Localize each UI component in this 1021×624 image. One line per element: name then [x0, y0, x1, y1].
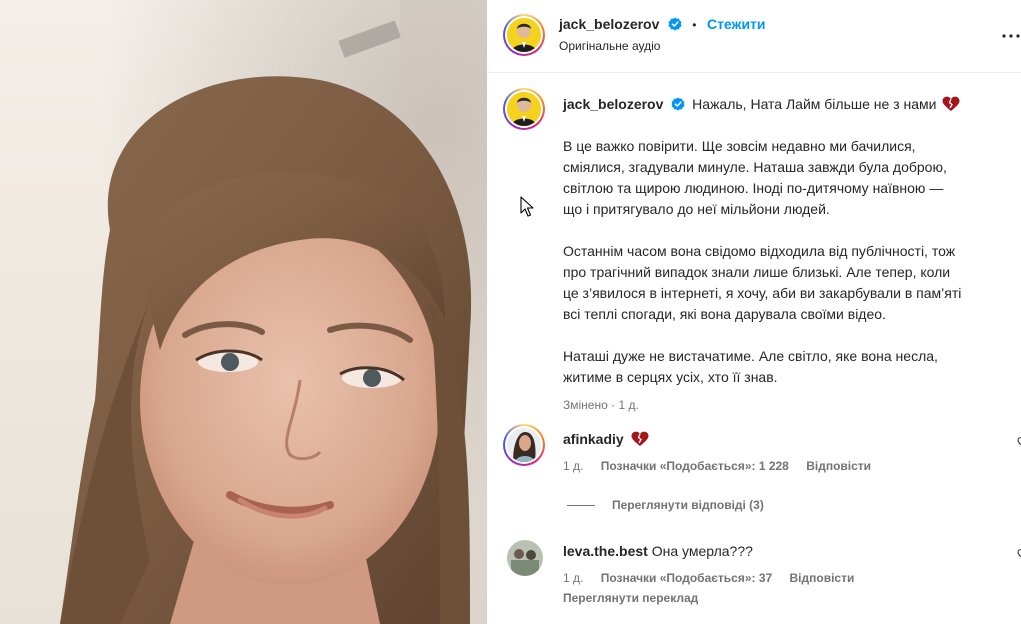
- portrait-photo: [60, 0, 487, 624]
- replies-divider: [567, 505, 595, 506]
- caption-line: сміялися, згадували минуле. Наташа завжд…: [563, 159, 947, 175]
- comment-timestamp[interactable]: 1 д.: [563, 459, 583, 473]
- comment-text: Она умерла???: [651, 543, 753, 559]
- post-header: jack_belozerov • Стежити Оригінальне ауд…: [487, 0, 1021, 73]
- caption-line: В це важко повірити. Ще зовсім недавно м…: [563, 138, 916, 154]
- commenter-avatar-image: [507, 428, 541, 462]
- author-avatar[interactable]: [503, 14, 545, 56]
- post-details-panel: jack_belozerov • Стежити Оригінальне ауд…: [487, 0, 1021, 624]
- caption-line: світлою та щирою людиною. Іноді по-дитяч…: [563, 180, 944, 196]
- reply-button[interactable]: Відповісти: [790, 571, 855, 585]
- broken-heart-icon: [942, 96, 960, 111]
- follow-button[interactable]: Стежити: [707, 16, 766, 32]
- caption-timestamp[interactable]: 1 д.: [618, 398, 638, 412]
- caption-avatar-image: [507, 92, 541, 126]
- caption-username[interactable]: jack_belozerov: [563, 96, 663, 112]
- comment-2-meta: 1 д. Позначки «Подобається»: 37 Відповіс…: [563, 571, 854, 585]
- caption-headline: Нажаль, Ната Лайм більше не з нами: [692, 96, 937, 112]
- comment-username[interactable]: afinkadiy: [563, 431, 624, 447]
- broken-heart-icon: [631, 431, 649, 446]
- comment-likes[interactable]: Позначки «Подобається»: 1 228: [601, 459, 789, 473]
- caption-line: Останнім часом вона свідомо відходила ві…: [563, 243, 956, 259]
- like-heart-icon[interactable]: [1017, 548, 1021, 560]
- comment-timestamp[interactable]: 1 д.: [563, 571, 583, 585]
- edited-label: Змінено: [563, 398, 608, 412]
- comment-username[interactable]: leva.the.best: [563, 543, 648, 559]
- like-heart-icon[interactable]: [1017, 436, 1021, 448]
- caption-paragraph-2: Останнім часом вона свідомо відходила ві…: [563, 241, 1013, 325]
- separator-dot: •: [692, 18, 697, 32]
- mouse-cursor-icon: [520, 196, 534, 217]
- verified-badge-icon: [668, 17, 682, 31]
- more-options-icon[interactable]: [1001, 26, 1021, 46]
- post-caption: jack_belozerov Нажаль, Ната Лайм більше …: [563, 94, 1013, 412]
- caption-line: що і притягувало до неї мільйони людей.: [563, 201, 830, 217]
- caption-line: всі теплі спогади, які вона дарувала сво…: [563, 306, 886, 322]
- comment-1: afinkadiy: [563, 429, 649, 450]
- caption-line: це з’явилося в інтернеті, я хочу, аби ви…: [563, 285, 962, 301]
- author-avatar-image: [507, 18, 541, 52]
- see-translation-button[interactable]: Переглянути переклад: [563, 591, 698, 605]
- author-username[interactable]: jack_belozerov: [559, 16, 659, 32]
- caption-paragraph-3: Наташі дуже не вистачатиме. Але світло, …: [563, 346, 1013, 388]
- caption-line: житиме в серцях усіх, хто її знав.: [563, 369, 778, 385]
- caption-line: Наташі дуже не вистачатиме. Але світло, …: [563, 348, 938, 364]
- view-replies-button[interactable]: Переглянути відповіді (3): [612, 498, 764, 512]
- caption-author-avatar[interactable]: [503, 88, 545, 130]
- comment-1-meta: 1 д. Позначки «Подобається»: 1 228 Відпо…: [563, 459, 871, 473]
- verified-badge-icon: [671, 97, 685, 111]
- caption-meta: Змінено · 1 д.: [563, 398, 639, 412]
- original-audio-link[interactable]: Оригінальне аудіо: [559, 39, 660, 53]
- reply-button[interactable]: Відповісти: [806, 459, 871, 473]
- comment-2: leva.the.best Она умерла???: [563, 541, 753, 562]
- post-media[interactable]: [0, 0, 487, 624]
- comment-likes[interactable]: Позначки «Подобається»: 37: [601, 571, 772, 585]
- caption-line: про трагічний випадок знали лише близькі…: [563, 264, 951, 280]
- commenter-avatar-image: [507, 540, 543, 576]
- commenter-avatar[interactable]: [503, 424, 545, 466]
- caption-paragraph-1: В це важко повірити. Ще зовсім недавно м…: [563, 136, 1013, 220]
- commenter-avatar[interactable]: [507, 540, 543, 576]
